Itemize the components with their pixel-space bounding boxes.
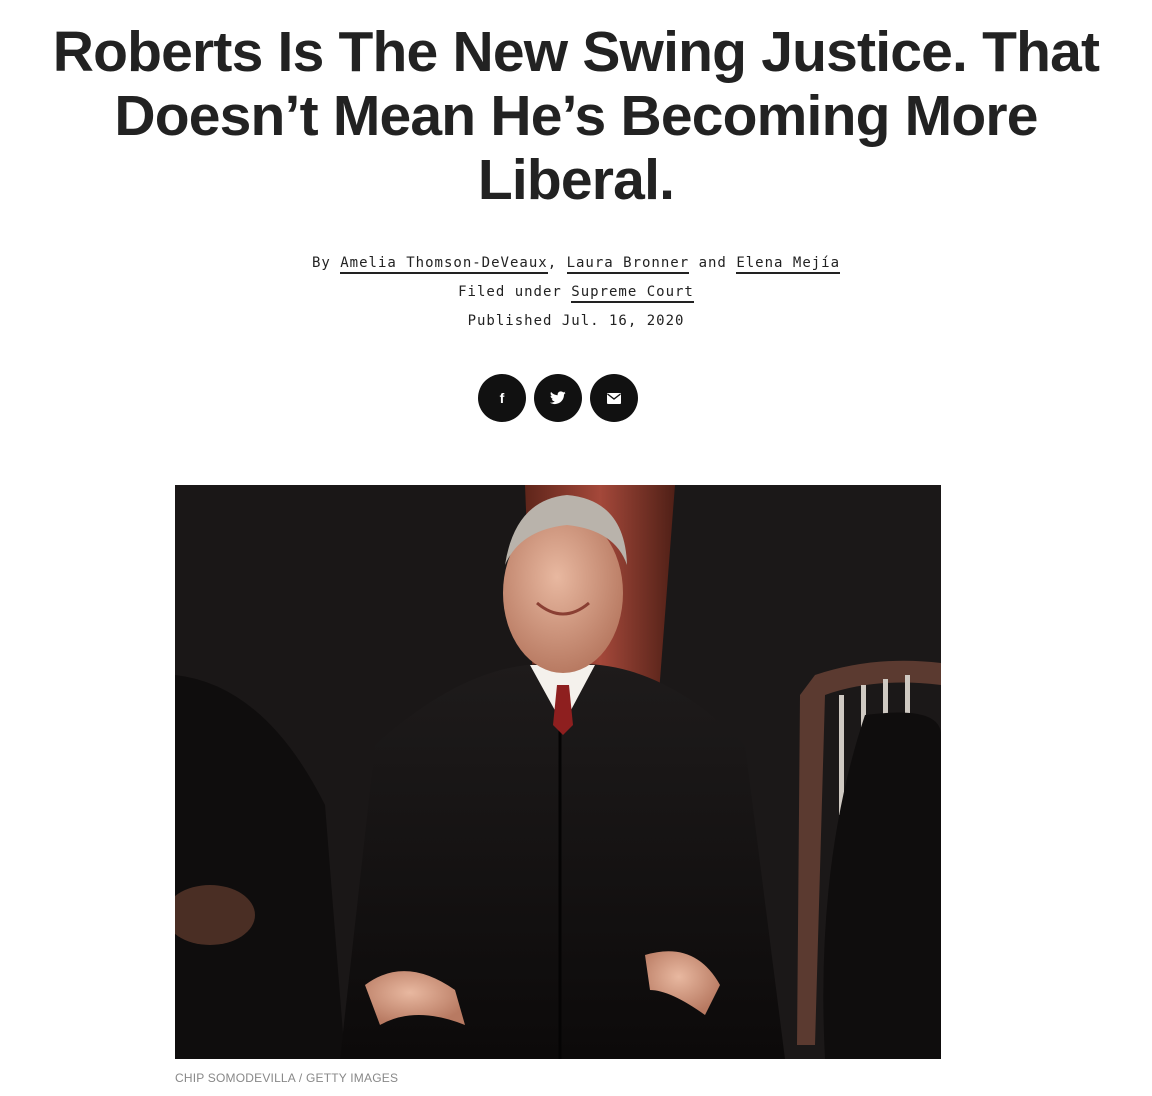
email-icon bbox=[607, 392, 621, 404]
facebook-icon: f bbox=[500, 390, 505, 406]
facebook-share-button[interactable]: f bbox=[478, 374, 526, 422]
filed-under: Filed under Supreme Court bbox=[0, 284, 1152, 303]
twitter-icon bbox=[550, 391, 566, 405]
article-photo bbox=[175, 485, 941, 1059]
author-link-elena-mejia[interactable]: Elena Mejía bbox=[736, 255, 841, 274]
article-headline: Roberts Is The New Swing Justice. That D… bbox=[52, 20, 1100, 212]
email-share-button[interactable] bbox=[590, 374, 638, 422]
byline-comma: , bbox=[547, 255, 558, 271]
facebook-glyph: f bbox=[500, 390, 505, 406]
author-link-amelia-thomson-deveaux[interactable]: Amelia Thomson-DeVeaux bbox=[340, 255, 548, 274]
share-buttons: f bbox=[478, 374, 638, 422]
published-date: Published Jul. 16, 2020 bbox=[467, 313, 685, 329]
filed-under-label: Filed under bbox=[458, 284, 562, 300]
byline-prefix: By bbox=[311, 255, 331, 271]
author-link-laura-bronner[interactable]: Laura Bronner bbox=[566, 255, 690, 274]
byline-and: and bbox=[698, 255, 727, 271]
justice-portrait-illustration bbox=[175, 485, 941, 1059]
twitter-share-button[interactable] bbox=[534, 374, 582, 422]
byline: By Amelia Thomson-DeVeaux, Laura Bronner… bbox=[0, 255, 1152, 274]
photo-credit: CHIP SOMODEVILLA / GETTY IMAGES bbox=[175, 1071, 399, 1085]
category-link-supreme-court[interactable]: Supreme Court bbox=[571, 284, 694, 303]
